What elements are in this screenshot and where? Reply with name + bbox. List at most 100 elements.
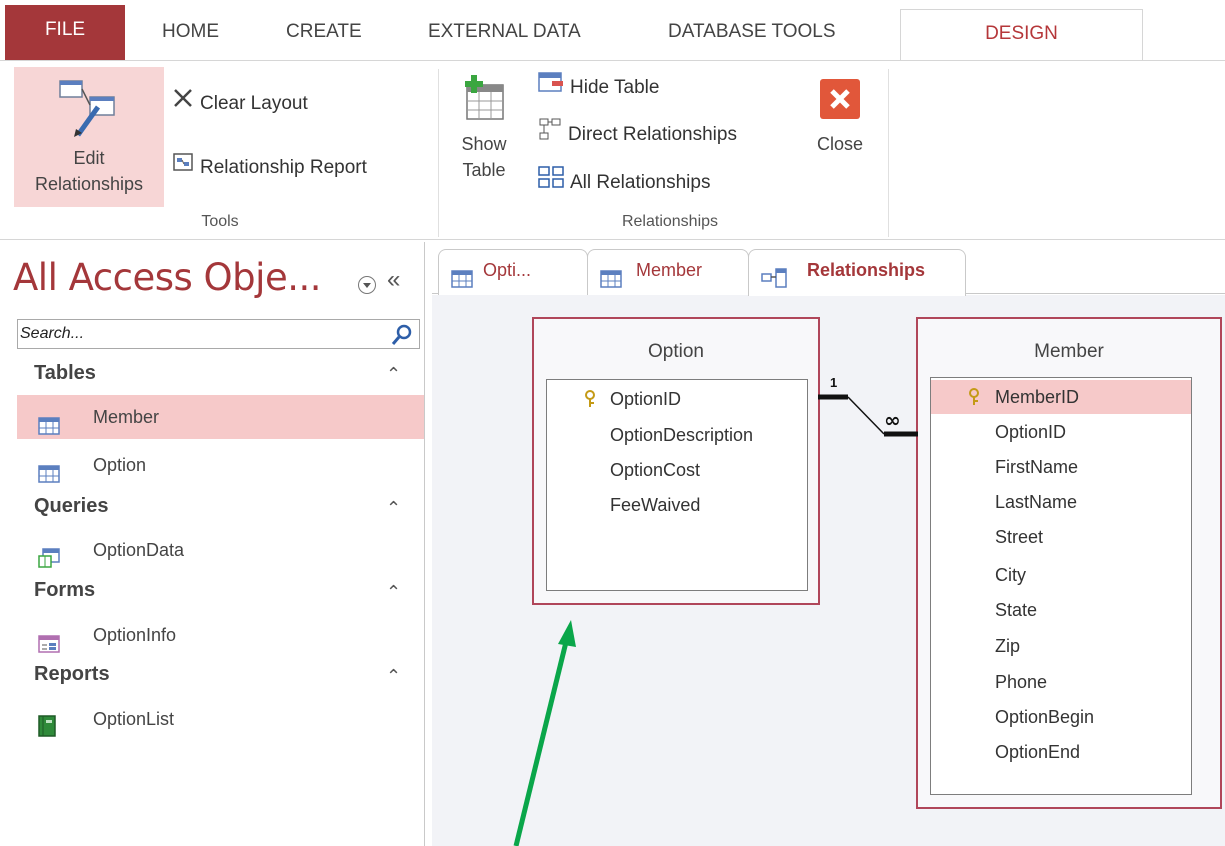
field-lastname[interactable]: LastName — [931, 485, 1191, 519]
field-street[interactable]: Street — [931, 520, 1191, 554]
all-relationships-label: All Relationships — [570, 172, 711, 194]
field-name: City — [995, 565, 1026, 585]
field-name: State — [995, 600, 1038, 620]
nav-search-input[interactable] — [20, 323, 380, 345]
document-area: Opti... Member Relationships Option Opti… — [432, 242, 1225, 846]
show-table-label-1: Show — [461, 134, 507, 154]
nav-group-queries[interactable]: Queries — [34, 495, 108, 518]
field-state[interactable]: State — [931, 593, 1191, 627]
field-optionid[interactable]: OptionID — [547, 382, 807, 416]
nav-item-option-table[interactable]: Option — [17, 443, 424, 487]
navigation-pane: All Access Obje... « Tables ⌃ Member Opt… — [0, 242, 425, 846]
field-optionend[interactable]: OptionEnd — [931, 735, 1191, 769]
direct-relationships-icon — [538, 117, 562, 153]
field-zip[interactable]: Zip — [931, 629, 1191, 663]
field-city[interactable]: City — [931, 558, 1191, 592]
close-icon — [820, 79, 860, 119]
tab-create[interactable]: CREATE — [286, 12, 362, 52]
field-feewaived[interactable]: FeeWaived — [547, 488, 807, 522]
relationship-report-label: Relationship Report — [200, 157, 367, 179]
hide-table-icon — [538, 71, 564, 105]
join-many-label: ∞ — [884, 408, 901, 432]
nav-item-member-table[interactable]: Member — [17, 395, 424, 439]
field-name: OptionID — [995, 422, 1067, 442]
member-field-list[interactable]: MemberID OptionID FirstName LastName Str… — [930, 377, 1192, 795]
field-name: OptionBegin — [995, 707, 1095, 727]
field-memberid[interactable]: MemberID — [931, 380, 1191, 414]
field-optionid-fk[interactable]: OptionID — [931, 415, 1191, 449]
tab-database-tools[interactable]: DATABASE TOOLS — [668, 12, 836, 52]
doc-tab-relationships[interactable]: Relationships — [748, 249, 966, 296]
doc-tab-label: Member — [636, 260, 703, 280]
close-button[interactable]: Close — [806, 75, 874, 185]
all-relationships-button[interactable]: All Relationships — [538, 165, 710, 199]
relationships-canvas[interactable]: Option OptionID OptionDescription Option… — [432, 295, 1225, 846]
show-table-icon — [459, 75, 509, 127]
field-name: Phone — [995, 672, 1048, 692]
nav-group-reports[interactable]: Reports — [34, 663, 110, 686]
relationship-report-button[interactable]: Relationship Report — [172, 151, 367, 185]
nav-item-label: OptionInfo — [93, 625, 177, 645]
member-table-window[interactable]: Member MemberID OptionID FirstName LastN… — [916, 317, 1222, 809]
primary-key-icon — [969, 388, 979, 405]
edit-relationships-label-2: Relationships — [34, 174, 144, 194]
collapse-chevron-icon[interactable]: ⌃ — [386, 364, 401, 385]
show-table-button[interactable]: Show Table — [448, 69, 520, 207]
collapse-chevron-icon[interactable]: ⌃ — [386, 582, 401, 603]
close-label: Close — [816, 134, 864, 154]
tab-design[interactable]: DESIGN — [900, 9, 1143, 61]
field-phone[interactable]: Phone — [931, 665, 1191, 699]
collapse-chevron-icon[interactable]: ⌃ — [386, 498, 401, 519]
shutter-bar-collapse-icon[interactable]: « — [387, 266, 400, 294]
nav-item-optionlist-report[interactable]: OptionList — [17, 697, 424, 741]
clear-layout-button[interactable]: Clear Layout — [172, 87, 308, 121]
field-name: OptionDescription — [610, 425, 754, 445]
tab-home[interactable]: HOME — [162, 12, 219, 52]
doc-tab-label: Relationships — [807, 260, 926, 280]
option-field-list[interactable]: OptionID OptionDescription OptionCost Fe… — [546, 379, 808, 591]
access-window: FILE HOME CREATE EXTERNAL DATA DATABASE … — [0, 0, 1225, 846]
document-tab-bar: Opti... Member Relationships — [432, 242, 1225, 296]
clear-layout-icon — [172, 87, 194, 121]
tab-external-data[interactable]: EXTERNAL DATA — [428, 12, 581, 52]
field-name: OptionEnd — [995, 742, 1081, 762]
field-name: Zip — [995, 636, 1021, 656]
field-name: MemberID — [995, 387, 1080, 407]
collapse-chevron-icon[interactable]: ⌃ — [386, 666, 401, 687]
relationship-report-icon — [172, 151, 194, 185]
nav-pane-title[interactable]: All Access Obje... — [13, 256, 322, 299]
table-window-title: Option — [648, 341, 704, 362]
nav-group-tables[interactable]: Tables — [34, 362, 96, 385]
field-name: FeeWaived — [610, 495, 701, 515]
nav-item-optiondata-query[interactable]: OptionData — [17, 528, 424, 572]
edit-relationships-icon — [54, 77, 124, 139]
hide-table-button[interactable]: Hide Table — [538, 71, 659, 105]
query-icon — [38, 540, 60, 584]
field-optionbegin[interactable]: OptionBegin — [931, 700, 1191, 734]
nav-group-forms[interactable]: Forms — [34, 579, 95, 602]
relationships-icon — [761, 262, 787, 302]
option-table-window[interactable]: Option OptionID OptionDescription Option… — [532, 317, 820, 605]
search-icon[interactable] — [390, 323, 414, 347]
doc-tab-label: Opti... — [483, 260, 532, 280]
field-optioncost[interactable]: OptionCost — [547, 453, 807, 487]
nav-item-optioninfo-form[interactable]: OptionInfo — [17, 613, 424, 657]
tab-file[interactable]: FILE — [5, 5, 125, 60]
nav-pane-dropdown-icon[interactable] — [358, 276, 376, 294]
edit-relationships-button[interactable]: Edit Relationships — [14, 67, 164, 207]
doc-tab-member[interactable]: Member — [587, 249, 749, 295]
ribbon-group-separator — [888, 69, 889, 237]
field-optiondescription[interactable]: OptionDescription — [547, 418, 807, 452]
nav-item-label: Option — [93, 455, 147, 475]
direct-relationships-label: Direct Relationships — [568, 124, 737, 146]
relationships-group-label: Relationships — [621, 213, 719, 230]
direct-relationships-button[interactable]: Direct Relationships — [538, 117, 737, 151]
doc-tab-option[interactable]: Opti... — [438, 249, 588, 295]
field-name: FirstName — [995, 457, 1079, 477]
report-icon — [38, 709, 56, 753]
nav-search-box — [17, 319, 420, 349]
hide-table-label: Hide Table — [570, 77, 660, 99]
show-table-label-2: Table — [462, 160, 506, 180]
tools-group-label: Tools — [201, 213, 239, 230]
field-firstname[interactable]: FirstName — [931, 450, 1191, 484]
